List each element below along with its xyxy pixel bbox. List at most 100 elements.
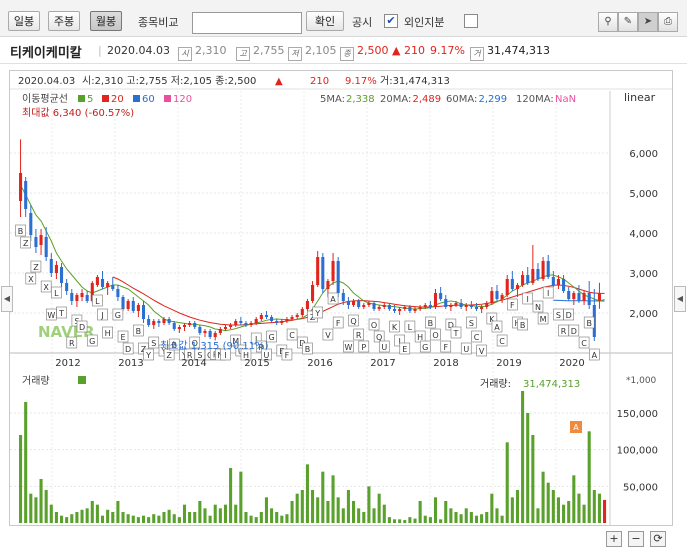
foreign-checkbox[interactable] bbox=[464, 14, 478, 28]
marker-tool-icon[interactable]: ⚲ bbox=[598, 12, 618, 32]
volume-bar bbox=[198, 501, 202, 523]
volume-legend-swatch bbox=[78, 376, 86, 384]
event-marker-letter: X bbox=[28, 275, 34, 284]
volume-bar bbox=[464, 508, 468, 523]
reset-button[interactable]: ⟳ bbox=[650, 531, 666, 547]
volume-bar bbox=[239, 471, 243, 523]
candle-body bbox=[546, 261, 550, 277]
volume-bar bbox=[264, 497, 268, 523]
candle-body bbox=[152, 321, 156, 325]
candle-body bbox=[474, 307, 479, 309]
ma-legend-swatch bbox=[78, 95, 85, 102]
scroll-left-icon[interactable]: ◀ bbox=[1, 286, 13, 312]
volume-bar bbox=[75, 512, 79, 523]
candle-body bbox=[531, 269, 535, 283]
event-marker-letter: Z bbox=[33, 263, 39, 272]
volume-bar bbox=[300, 490, 304, 523]
weekly-button[interactable]: 주봉 bbox=[48, 11, 80, 31]
high-field: 고 2,755 bbox=[236, 44, 285, 61]
toolbar: 일봉 주봉 월봉 종목비교 확인 공시 ✔ 외인지분 ⚲ ✎ ➤ ⎙ bbox=[0, 0, 687, 37]
volume-bar bbox=[408, 517, 412, 523]
candle-body bbox=[495, 291, 499, 299]
volume-bar bbox=[182, 504, 187, 523]
candle-body bbox=[249, 323, 253, 325]
volume-bar bbox=[556, 497, 560, 523]
volume-bar bbox=[582, 504, 586, 523]
volume-bar bbox=[311, 490, 315, 523]
compare-input[interactable] bbox=[192, 12, 302, 34]
price-tick-label: 2,000 bbox=[629, 309, 658, 320]
candle-body bbox=[121, 297, 125, 309]
volume-bar bbox=[95, 504, 99, 523]
event-marker-letter: C bbox=[474, 333, 480, 342]
stock-chart[interactable]: 2020.04.03 시:2,310 고:2,755 저:2,105 종:2,5… bbox=[10, 71, 672, 525]
volume-bar bbox=[172, 514, 176, 523]
ma-value: NaN bbox=[555, 94, 576, 105]
volume-bar bbox=[244, 512, 248, 523]
price-tick-label: 3,000 bbox=[629, 269, 658, 280]
volume-bar bbox=[167, 509, 171, 523]
event-marker-letter: E bbox=[120, 333, 125, 342]
candle-body bbox=[116, 289, 120, 297]
event-marker-letter: L bbox=[95, 297, 100, 306]
volume-bar bbox=[387, 517, 391, 523]
candle-body bbox=[264, 315, 268, 317]
pointer-tool-icon[interactable]: ➤ bbox=[638, 12, 658, 32]
zoom-out-button[interactable]: − bbox=[628, 531, 644, 547]
event-markers[interactable]: BZXZXWLTRSDGLJHGEDBZYSYZBYROSOPNIMUHJRUG… bbox=[15, 224, 600, 433]
candle-body bbox=[285, 319, 289, 321]
volume-bar bbox=[352, 501, 356, 523]
event-marker-letter: V bbox=[325, 331, 331, 340]
chart-container[interactable]: 2020.04.03 시:2,310 고:2,755 저:2,105 종:2,5… bbox=[9, 70, 673, 526]
year-tick-label: 2016 bbox=[307, 358, 332, 369]
volume-bar bbox=[592, 490, 596, 523]
print-icon[interactable]: ⎙ bbox=[658, 12, 678, 32]
volume-bar bbox=[316, 497, 320, 523]
candle-body bbox=[29, 213, 33, 235]
change-percent: 9.17% bbox=[430, 44, 465, 57]
daily-button[interactable]: 일봉 bbox=[8, 11, 40, 31]
candle-body bbox=[270, 317, 274, 321]
candle-body bbox=[305, 301, 309, 309]
volume-unit: *1,000 bbox=[626, 376, 657, 386]
min-label: 최소값 1,315 (90.11%) bbox=[160, 340, 269, 352]
volume-bar bbox=[208, 515, 212, 523]
candle-body bbox=[126, 301, 130, 309]
candle-body bbox=[95, 277, 99, 285]
volume-bar bbox=[372, 508, 376, 523]
confirm-button[interactable]: 확인 bbox=[306, 11, 344, 31]
disclosure-label: 공시 bbox=[352, 16, 373, 29]
event-marker-letter: A bbox=[494, 323, 500, 332]
event-marker-letter: G bbox=[115, 311, 121, 320]
candle-body bbox=[541, 261, 545, 279]
ma-value: 2,489 bbox=[413, 94, 442, 105]
candle-body bbox=[244, 323, 248, 325]
year-tick-label: 2015 bbox=[244, 358, 269, 369]
volume-bar bbox=[193, 512, 197, 523]
monthly-button[interactable]: 월봉 bbox=[90, 11, 122, 31]
volume-bar bbox=[551, 490, 555, 523]
disclosure-checkbox[interactable]: ✔ bbox=[384, 14, 398, 28]
volume-bar bbox=[341, 508, 345, 523]
change-value: ▲ 210 bbox=[392, 44, 425, 57]
candle-body bbox=[141, 305, 146, 319]
volume-bar bbox=[44, 490, 48, 523]
candle-body bbox=[131, 301, 135, 311]
grid-lines bbox=[10, 91, 610, 525]
event-marker-letter: L bbox=[54, 289, 59, 298]
candle-body bbox=[336, 261, 340, 293]
volume-bar bbox=[203, 508, 207, 523]
zoom-in-button[interactable]: + bbox=[606, 531, 622, 547]
volume-bar bbox=[275, 512, 279, 523]
pen-tool-icon[interactable]: ✎ bbox=[618, 12, 638, 32]
event-marker-letter: G bbox=[268, 333, 274, 342]
ma-value-label: 5MA: bbox=[320, 94, 345, 105]
scale-mode[interactable]: linear bbox=[624, 91, 656, 104]
scroll-right-icon[interactable]: ◀ bbox=[674, 286, 686, 312]
candle-body bbox=[413, 309, 417, 311]
candle-body bbox=[157, 321, 161, 323]
candle-body bbox=[418, 307, 422, 309]
event-marker-letter: R bbox=[69, 339, 75, 348]
volume-bar bbox=[24, 402, 28, 523]
event-marker-letter: W bbox=[47, 311, 55, 320]
